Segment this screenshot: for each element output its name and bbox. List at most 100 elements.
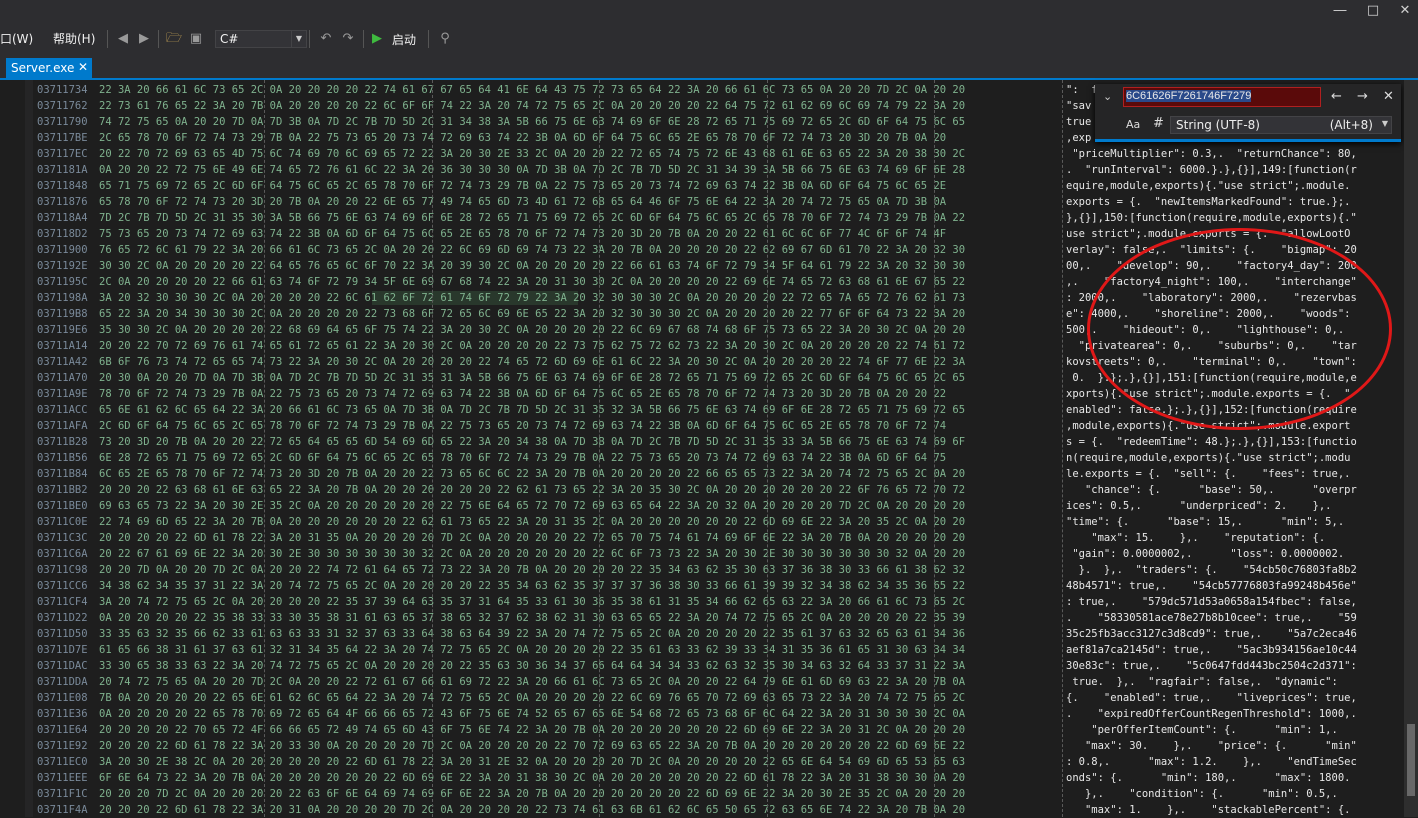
row-hex-bytes[interactable]: 7B 0A 20 20 20 20 22 65 6E 61 62 6C 65 6… bbox=[99, 690, 1061, 706]
row-text-preview[interactable]: "max": 30. },. "price": {. "min" bbox=[1066, 738, 1391, 754]
row-text-preview[interactable]: {. "enabled": true,. "liveprices": true, bbox=[1066, 690, 1391, 706]
close-find-icon[interactable]: ✕ bbox=[1383, 89, 1394, 104]
row-hex-bytes[interactable]: 20 20 20 20 22 70 65 72 4F 66 66 65 72 4… bbox=[99, 722, 1061, 738]
row-hex-bytes[interactable]: 20 20 20 22 63 68 61 6E 63 65 22 3A 20 7… bbox=[99, 482, 1061, 498]
row-hex-bytes[interactable]: 20 22 67 61 69 6E 22 3A 20 30 2E 30 30 3… bbox=[99, 546, 1061, 562]
previous-match-icon[interactable]: ← bbox=[1331, 89, 1342, 104]
minimize-icon[interactable]: ― bbox=[1330, 2, 1350, 20]
save-icon[interactable]: ▣ bbox=[187, 30, 205, 48]
row-text-preview[interactable]: "chance": {. "base": 50,. "overpr bbox=[1066, 482, 1391, 498]
row-text-preview[interactable]: "perOfferItemCount": {. "min": 1,. bbox=[1066, 722, 1391, 738]
navigate-back-icon[interactable]: ◀ bbox=[114, 30, 132, 48]
row-text-preview[interactable]: n(require,module,exports){."use strict";… bbox=[1066, 450, 1391, 466]
row-hex-bytes[interactable]: 73 20 3D 20 7B 0A 20 20 22 72 65 64 65 6… bbox=[99, 434, 1061, 450]
tab-server-exe[interactable]: Server.exe ✕ bbox=[6, 58, 92, 78]
row-hex-bytes[interactable]: 75 73 65 20 73 74 72 69 63 74 22 3B 0A 6… bbox=[99, 226, 1061, 242]
row-hex-bytes[interactable]: 2C 6D 6F 64 75 6C 65 2C 65 78 70 6F 72 7… bbox=[99, 418, 1061, 434]
row-hex-bytes[interactable]: 30 30 2C 0A 20 20 20 20 22 64 65 76 65 6… bbox=[99, 258, 1061, 274]
row-hex-bytes[interactable]: 20 20 20 20 22 6D 61 78 22 3A 20 31 35 0… bbox=[99, 530, 1061, 546]
row-hex-bytes[interactable]: 20 22 70 72 69 63 65 4D 75 6C 74 69 70 6… bbox=[99, 146, 1061, 162]
row-hex-bytes[interactable]: 20 20 7D 0A 20 20 7D 2C 0A 20 20 22 74 7… bbox=[99, 562, 1061, 578]
row-text-preview[interactable]: "priceMultiplier": 0.3,. "returnChance":… bbox=[1066, 146, 1391, 162]
vertical-scrollbar[interactable] bbox=[1404, 80, 1418, 817]
row-hex-bytes[interactable]: 2C 0A 20 20 20 20 22 66 61 63 74 6F 72 7… bbox=[99, 274, 1061, 290]
hex-editor[interactable]: 03711734 22 3A 20 66 61 6C 73 65 2C 0A 20… bbox=[0, 80, 1418, 817]
row-hex-bytes[interactable]: 22 3A 20 66 61 6C 73 65 2C 0A 20 20 20 2… bbox=[99, 82, 1061, 98]
row-hex-bytes[interactable]: 3A 20 30 2E 38 2C 0A 20 20 20 20 20 20 2… bbox=[99, 754, 1061, 770]
row-text-preview[interactable]: "max": 1. },. "stackablePercent": {. bbox=[1066, 802, 1391, 818]
row-hex-bytes[interactable]: 33 30 65 38 33 63 22 3A 20 74 72 75 65 2… bbox=[99, 658, 1061, 674]
row-text-preview[interactable]: : 0.8,. "max": 1.2. },. "endTimeSec bbox=[1066, 754, 1391, 770]
row-text-preview[interactable]: s = {. "redeemTime": 48.};.},{}],153:[fu… bbox=[1066, 434, 1391, 450]
row-hex-bytes[interactable]: 76 65 72 6C 61 79 22 3A 20 66 61 6C 73 6… bbox=[99, 242, 1061, 258]
row-hex-bytes[interactable]: 20 20 20 22 6D 61 78 22 3A 20 33 30 0A 2… bbox=[99, 738, 1061, 754]
row-hex-bytes[interactable]: 6C 65 2E 65 78 70 6F 72 74 73 20 3D 20 7… bbox=[99, 466, 1061, 482]
row-text-preview[interactable]: "gain": 0.0000002,. "loss": 0.0000002. bbox=[1066, 546, 1391, 562]
encoding-dropdown[interactable]: String (UTF-8) (Alt+8) ▼ bbox=[1170, 116, 1392, 134]
row-hex-bytes[interactable]: 7D 2C 7B 7D 5D 2C 31 35 30 3A 5B 66 75 6… bbox=[99, 210, 1061, 226]
row-hex-bytes[interactable]: 20 20 22 70 72 69 76 61 74 65 61 72 65 6… bbox=[99, 338, 1061, 354]
row-hex-bytes[interactable]: 35 30 30 2C 0A 20 20 20 20 22 68 69 64 6… bbox=[99, 322, 1061, 338]
row-hex-bytes[interactable]: 65 6E 61 62 6C 65 64 22 3A 20 66 61 6C 7… bbox=[99, 402, 1061, 418]
row-text-preview[interactable]: onds": {. "min": 180,. "max": 1800. bbox=[1066, 770, 1391, 786]
row-hex-bytes[interactable]: 0A 20 20 22 72 75 6E 49 6E 74 65 72 76 6… bbox=[99, 162, 1061, 178]
row-hex-bytes[interactable]: 3A 20 74 72 75 65 2C 0A 20 20 20 20 22 3… bbox=[99, 594, 1061, 610]
undo-icon[interactable]: ↶ bbox=[317, 30, 335, 48]
find-icon[interactable]: ⚲ bbox=[436, 30, 454, 48]
row-text-preview[interactable]: true. },. "ragfair": false,. "dynamic": bbox=[1066, 674, 1391, 690]
row-hex-bytes[interactable]: 34 38 62 34 35 37 31 22 3A 20 74 72 75 6… bbox=[99, 578, 1061, 594]
row-text-preview[interactable]: "max": 15. },. "reputation": {. bbox=[1066, 530, 1391, 546]
row-hex-bytes[interactable]: 3A 20 32 30 30 30 2C 0A 20 20 20 20 22 6… bbox=[99, 290, 1061, 306]
row-hex-bytes[interactable]: 61 65 66 38 31 61 37 63 61 32 31 34 35 6… bbox=[99, 642, 1061, 658]
row-hex-bytes[interactable]: 65 71 75 69 72 65 2C 6D 6F 64 75 6C 65 2… bbox=[99, 178, 1061, 194]
close-window-icon[interactable]: ✕ bbox=[1395, 2, 1415, 20]
row-text-preview[interactable]: },. "condition": {. "min": 0.5,. bbox=[1066, 786, 1391, 802]
row-hex-bytes[interactable]: 6E 28 72 65 71 75 69 72 65 2C 6D 6F 64 7… bbox=[99, 450, 1061, 466]
menu-help[interactable]: 帮助(H) bbox=[53, 30, 95, 47]
redo-icon[interactable]: ↷ bbox=[339, 30, 357, 48]
row-hex-bytes[interactable]: 6B 6F 76 73 74 72 65 65 74 73 22 3A 20 3… bbox=[99, 354, 1061, 370]
row-hex-bytes[interactable]: 20 30 0A 20 20 7D 0A 7D 3B 0A 7D 2C 7B 7… bbox=[99, 370, 1061, 386]
row-text-preview[interactable]: . "runInterval": 6000.}.},{}],149:[funct… bbox=[1066, 162, 1391, 178]
row-text-preview[interactable]: 30e83c": true,. "5c0647fdd443bc2504c2d37… bbox=[1066, 658, 1391, 674]
row-text-preview[interactable]: "time": {. "base": 15,. "min": 5,. bbox=[1066, 514, 1391, 530]
row-hex-bytes[interactable]: 2C 65 78 70 6F 72 74 73 29 7B 0A 22 75 7… bbox=[99, 130, 1061, 146]
chevron-down-icon[interactable]: ▼ bbox=[1382, 119, 1388, 128]
row-hex-bytes[interactable]: 20 74 72 75 65 0A 20 20 7D 2C 0A 20 20 2… bbox=[99, 674, 1061, 690]
row-hex-bytes[interactable]: 33 35 63 32 35 66 62 33 61 63 63 33 31 3… bbox=[99, 626, 1061, 642]
find-input[interactable]: 6C61626F7261746F7279 bbox=[1123, 87, 1321, 107]
row-hex-bytes[interactable]: 0A 20 20 20 20 22 65 78 70 69 72 65 64 4… bbox=[99, 706, 1061, 722]
row-text-preview[interactable]: equire,module,exports){."use strict";.mo… bbox=[1066, 178, 1391, 194]
close-tab-icon[interactable]: ✕ bbox=[78, 60, 88, 74]
maximize-icon[interactable]: □ bbox=[1363, 2, 1383, 20]
row-hex-bytes[interactable]: 22 73 61 76 65 22 3A 20 7B 0A 20 20 20 2… bbox=[99, 98, 1061, 114]
row-hex-bytes[interactable]: 0A 20 20 20 20 22 35 38 33 33 30 35 38 3… bbox=[99, 610, 1061, 626]
row-hex-bytes[interactable]: 20 20 20 22 6D 61 78 22 3A 20 31 0A 20 2… bbox=[99, 802, 1061, 818]
row-hex-bytes[interactable]: 22 74 69 6D 65 22 3A 20 7B 0A 20 20 20 2… bbox=[99, 514, 1061, 530]
row-text-preview[interactable]: ices": 0.5,. "underpriced": 2. },. bbox=[1066, 498, 1391, 514]
hex-search-toggle[interactable]: # bbox=[1153, 116, 1164, 131]
chevron-down-icon[interactable]: ▼ bbox=[291, 31, 306, 47]
row-text-preview[interactable]: },{}],150:[function(require,module,expor… bbox=[1066, 210, 1391, 226]
row-hex-bytes[interactable]: 20 20 20 7D 2C 0A 20 20 20 20 22 63 6F 6… bbox=[99, 786, 1061, 802]
next-match-icon[interactable]: → bbox=[1357, 89, 1368, 104]
open-folder-icon[interactable]: 🗁 bbox=[165, 30, 183, 48]
scrollbar-thumb[interactable] bbox=[1407, 724, 1415, 796]
toggle-replace-chevron-icon[interactable]: ⌄ bbox=[1103, 90, 1112, 103]
row-hex-bytes[interactable]: 65 78 70 6F 72 74 73 20 3D 20 7B 0A 20 2… bbox=[99, 194, 1061, 210]
row-hex-bytes[interactable]: 65 22 3A 20 34 30 30 30 2C 0A 20 20 20 2… bbox=[99, 306, 1061, 322]
row-text-preview[interactable]: aef81a7ca2145d": true,. "5ac3b934156ae10… bbox=[1066, 642, 1391, 658]
row-text-preview[interactable]: le.exports = {. "sell": {. "fees": true,… bbox=[1066, 466, 1391, 482]
row-text-preview[interactable]: . "58330581ace78e27b8b10cee": true,. "59 bbox=[1066, 610, 1391, 626]
row-hex-bytes[interactable]: 69 63 65 73 22 3A 20 30 2E 35 2C 0A 20 2… bbox=[99, 498, 1061, 514]
language-dropdown[interactable]: C# ▼ bbox=[215, 30, 307, 48]
row-text-preview[interactable]: 48b4571": true,. "54cb57776803fa99248b45… bbox=[1066, 578, 1391, 594]
row-text-preview[interactable]: }. },. "traders": {. "54cb50c76803fa8b2 bbox=[1066, 562, 1391, 578]
menu-window[interactable]: 口(W) bbox=[0, 30, 33, 47]
match-case-toggle[interactable]: Aa bbox=[1126, 118, 1140, 131]
row-hex-bytes[interactable]: 74 72 75 65 0A 20 20 7D 0A 7D 3B 0A 7D 2… bbox=[99, 114, 1061, 130]
row-text-preview[interactable]: 35c25fb3acc3127c3d8cd9": true,. "5a7c2ec… bbox=[1066, 626, 1391, 642]
navigate-forward-icon[interactable]: ▶ bbox=[135, 30, 153, 48]
row-text-preview[interactable]: : true,. "579dc571d53a0658a154fbec": fal… bbox=[1066, 594, 1391, 610]
row-text-preview[interactable]: exports = {. "newItemsMarkedFound": true… bbox=[1066, 194, 1391, 210]
